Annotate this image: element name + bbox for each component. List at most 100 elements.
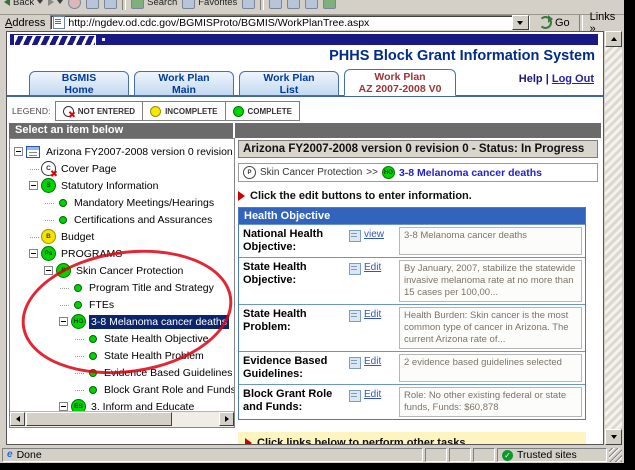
expand-minus-icon[interactable] [59, 402, 68, 411]
address-dropdown-button[interactable] [512, 15, 529, 30]
tree-horizontal-scrollbar[interactable] [10, 411, 234, 427]
legend-item-complete: COMPLETE [225, 102, 299, 120]
view-icon[interactable] [349, 230, 361, 242]
page-title: PHHS Block Grant Information System [329, 48, 595, 64]
edit-icon[interactable] [349, 390, 361, 402]
breadcrumb-program[interactable]: Skin Cancer Protection [260, 167, 362, 178]
help-link[interactable]: Help [519, 73, 543, 85]
tree-item-certifications-and-assurances[interactable]: Certifications and Assurances [10, 211, 234, 228]
tree-item-mandatory-meetings-hearings[interactable]: Mandatory Meetings/Hearings [10, 194, 234, 211]
tree-item-cover-page[interactable]: CCover Page [10, 160, 234, 177]
go-arrow-icon [539, 16, 552, 29]
table-row-state-health-problem: State Health Problem:EditHealth Burden: … [239, 304, 585, 351]
refresh-icon[interactable] [86, 0, 99, 9]
tree-item-block-grant-role-and-funds[interactable]: Block Grant Role and Funds [10, 381, 234, 398]
complete-dot-icon [89, 352, 97, 360]
back-arrow-icon [4, 0, 10, 6]
stop-icon[interactable] [68, 0, 81, 9]
tab-label-line1: Work Plan [374, 71, 425, 83]
select-item-header: Select an item below [9, 123, 601, 138]
back-label: Back [13, 0, 34, 8]
tab-work-plan-main[interactable]: Work PlanMain [134, 71, 234, 96]
scrollbar-thumb[interactable] [26, 412, 172, 426]
addressbar-separator [579, 15, 583, 31]
edit-link[interactable]: Edit [364, 356, 381, 367]
tree-item-label: PROGRAMS [59, 247, 124, 261]
tree-item-statutory-information[interactable]: SStatutory Information [10, 177, 234, 194]
edit-icon[interactable] [349, 357, 361, 369]
table-rows: National Health Objective:view3-8 Melano… [239, 224, 585, 419]
address-url[interactable]: http://ngdev.od.cdc.gov/BGMISProto/BGMIS… [68, 17, 509, 29]
select-item-header-label: Select an item below [15, 124, 123, 136]
complete-dot-icon [89, 386, 97, 394]
tree-item-ftes[interactable]: FTEs [10, 296, 234, 313]
resize-grip[interactable] [609, 448, 622, 462]
tab-bar: BGMISHomeWork PlanMainWork PlanListWork … [29, 69, 456, 96]
expand-minus-icon[interactable] [44, 266, 53, 275]
forward-dropdown-icon[interactable] [57, 0, 63, 4]
page-content: PHHS Block Grant Information System BGMI… [6, 31, 604, 445]
expand-minus-icon[interactable] [29, 249, 38, 258]
edit-link[interactable]: Edit [364, 262, 381, 273]
expand-minus-icon[interactable] [14, 147, 23, 156]
edit-icon[interactable] [349, 263, 361, 275]
expand-minus-icon[interactable] [29, 181, 38, 190]
home-icon[interactable] [104, 0, 117, 9]
address-input[interactable]: http://ngdev.od.cdc.gov/BGMISProto/BGMIS… [50, 15, 530, 30]
legend-item-incomplete: INCOMPLETE [142, 102, 224, 120]
tree-item-label: FTEs [87, 298, 116, 312]
tab-work-plan-list[interactable]: Work PlanList [239, 71, 339, 96]
chevron-down-icon [517, 21, 523, 25]
scroll-left-button[interactable] [10, 412, 25, 426]
row-label: State Health Problem: [239, 305, 349, 351]
messenger-icon[interactable] [323, 0, 336, 9]
tab-label-line1: BGMIS [62, 72, 96, 84]
tab-bgmis-home[interactable]: BGMISHome [29, 71, 129, 96]
edit-link[interactable]: Edit [364, 309, 381, 320]
tree-item-state-health-problem[interactable]: State Health Problem [10, 347, 234, 364]
tree-item-program-title-and-strategy[interactable]: Program Title and Strategy [10, 279, 234, 296]
red-x-icon [68, 111, 75, 118]
edit-page-icon[interactable] [305, 0, 318, 9]
tree-item-arizona-fy2007-2008-version-0-revision-0[interactable]: Arizona FY2007-2008 version 0 revision 0 [10, 143, 234, 160]
tree-item-programs[interactable]: PsPROGRAMS [10, 245, 234, 262]
back-dropdown-icon[interactable] [37, 0, 43, 4]
banner-dot [102, 38, 105, 41]
tree-item-state-health-objective[interactable]: State Health Objective [10, 330, 234, 347]
page-icon [53, 16, 65, 29]
tree-item-skin-cancer-protection[interactable]: PSkin Cancer Protection [10, 262, 234, 279]
mail-icon[interactable] [269, 0, 282, 9]
tab-label-line2: Main [172, 84, 196, 96]
go-button[interactable]: Go [535, 16, 574, 29]
favorites-button[interactable]: Favorites [182, 0, 237, 9]
print-icon[interactable] [287, 0, 300, 9]
tree-item-evidence-based-guidelines[interactable]: Evidence Based Guidelines [10, 364, 234, 381]
scroll-right-button[interactable] [219, 412, 234, 426]
complete-dot-icon [89, 335, 97, 343]
edit-link[interactable]: Edit [364, 389, 381, 400]
tree-item-budget[interactable]: BBudget [10, 228, 234, 245]
history-icon[interactable] [242, 0, 255, 9]
tree-item-3-8-melanoma-cancer-deaths[interactable]: HO3-8 Melanoma cancer deaths [10, 313, 234, 330]
complete-status-icon [233, 106, 244, 117]
toolbar-separator [122, 0, 126, 10]
other-tasks-box: Click links below to perform other tasks… [238, 432, 586, 445]
logout-link[interactable]: Log Out [552, 73, 594, 85]
tasks-header: Click links below to perform other tasks… [245, 437, 579, 445]
view-link[interactable]: view [364, 229, 384, 240]
scroll-down-button[interactable] [605, 429, 622, 445]
breadcrumb-separator: >> [366, 167, 378, 178]
tab-label-line2: AZ 2007-2008 V0 [359, 83, 442, 95]
edit-icon[interactable] [349, 310, 361, 322]
search-icon [131, 0, 144, 9]
scroll-up-button[interactable] [605, 31, 622, 47]
back-button[interactable]: Back [4, 0, 43, 8]
tab-work-plan-az-2007-2008-v0[interactable]: Work PlanAZ 2007-2008 V0 [344, 69, 456, 96]
search-button[interactable]: Search [131, 0, 177, 9]
complete-dot-icon [59, 216, 67, 224]
forward-button[interactable] [48, 0, 63, 6]
legend-item-label: INCOMPLETE [165, 107, 217, 116]
page-vertical-scrollbar[interactable] [605, 31, 622, 445]
expand-minus-icon[interactable] [59, 317, 68, 326]
address-bar: Address http://ngdev.od.cdc.gov/BGMISPro… [0, 14, 624, 31]
